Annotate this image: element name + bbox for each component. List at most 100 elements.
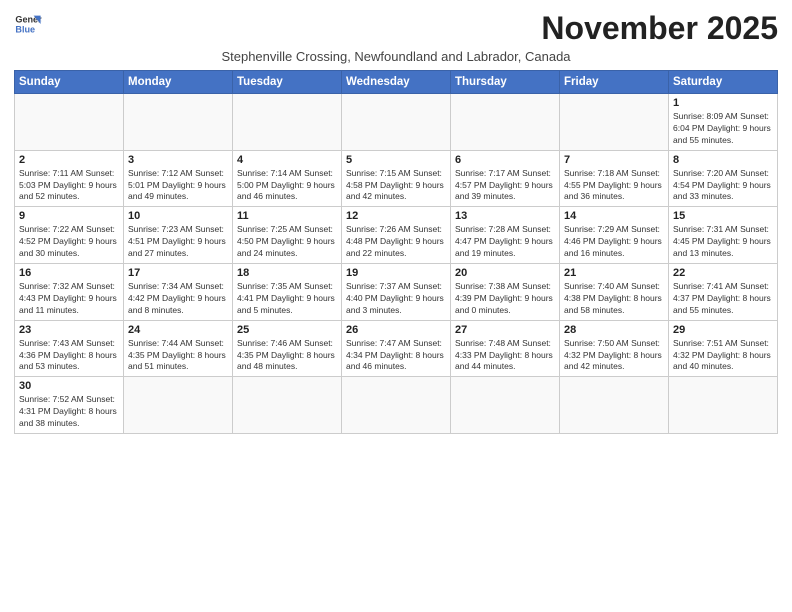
logo: General Blue xyxy=(14,10,42,38)
day-info: Sunrise: 7:31 AM Sunset: 4:45 PM Dayligh… xyxy=(673,224,773,260)
day-info: Sunrise: 7:34 AM Sunset: 4:42 PM Dayligh… xyxy=(128,281,228,317)
day-info: Sunrise: 7:23 AM Sunset: 4:51 PM Dayligh… xyxy=(128,224,228,260)
calendar-cell xyxy=(15,94,124,151)
day-number: 13 xyxy=(455,210,555,222)
day-info: Sunrise: 7:44 AM Sunset: 4:35 PM Dayligh… xyxy=(128,338,228,374)
calendar-cell: 25 Sunrise: 7:46 AM Sunset: 4:35 PM Dayli… xyxy=(233,320,342,377)
day-info: Sunrise: 7:32 AM Sunset: 4:43 PM Dayligh… xyxy=(19,281,119,317)
day-number: 3 xyxy=(128,154,228,166)
day-info: Sunrise: 7:11 AM Sunset: 5:03 PM Dayligh… xyxy=(19,168,119,204)
calendar-cell: 12Sunrise: 7:26 AM Sunset: 4:48 PM Dayli… xyxy=(342,207,451,264)
day-number: 15 xyxy=(673,210,773,222)
day-info: Sunrise: 7:14 AM Sunset: 5:00 PM Dayligh… xyxy=(237,168,337,204)
day-number: 27 xyxy=(455,324,555,336)
day-info: Sunrise: 7:47 AM Sunset: 4:34 PM Dayligh… xyxy=(346,338,446,374)
calendar-cell: 1 Sunrise: 8:09 AM Sunset: 6:04 PM Daylig… xyxy=(669,94,778,151)
day-number: 7 xyxy=(564,154,664,166)
day-info: Sunrise: 7:17 AM Sunset: 4:57 PM Dayligh… xyxy=(455,168,555,204)
calendar-cell: 13Sunrise: 7:28 AM Sunset: 4:47 PM Dayli… xyxy=(451,207,560,264)
calendar-cell: 2Sunrise: 7:11 AM Sunset: 5:03 PM Daylig… xyxy=(15,150,124,207)
calendar-table: SundayMondayTuesdayWednesdayThursdayFrid… xyxy=(14,70,778,434)
header-wednesday: Wednesday xyxy=(342,71,451,94)
calendar-cell: 5Sunrise: 7:15 AM Sunset: 4:58 PM Daylig… xyxy=(342,150,451,207)
day-info: Sunrise: 7:46 AM Sunset: 4:35 PM Dayligh… xyxy=(237,338,337,374)
calendar-cell xyxy=(451,94,560,151)
calendar-cell xyxy=(560,377,669,434)
calendar-cell xyxy=(669,377,778,434)
calendar-cell: 19 Sunrise: 7:37 AM Sunset: 4:40 PM Dayli… xyxy=(342,264,451,321)
day-number: 14 xyxy=(564,210,664,222)
calendar-cell: 11 Sunrise: 7:25 AM Sunset: 4:50 PM Dayli… xyxy=(233,207,342,264)
day-info: Sunrise: 8:09 AM Sunset: 6:04 PM Dayligh… xyxy=(673,111,773,147)
day-info: Sunrise: 7:38 AM Sunset: 4:39 PM Dayligh… xyxy=(455,281,555,317)
calendar-cell xyxy=(342,377,451,434)
day-info: Sunrise: 7:40 AM Sunset: 4:38 PM Dayligh… xyxy=(564,281,664,317)
calendar-cell: 7 Sunrise: 7:18 AM Sunset: 4:55 PM Daylig… xyxy=(560,150,669,207)
calendar-cell: 16Sunrise: 7:32 AM Sunset: 4:43 PM Dayli… xyxy=(15,264,124,321)
week-row-1: 2Sunrise: 7:11 AM Sunset: 5:03 PM Daylig… xyxy=(15,150,778,207)
day-number: 8 xyxy=(673,154,773,166)
calendar-cell: 9 Sunrise: 7:22 AM Sunset: 4:52 PM Daylig… xyxy=(15,207,124,264)
week-row-3: 16Sunrise: 7:32 AM Sunset: 4:43 PM Dayli… xyxy=(15,264,778,321)
calendar-cell xyxy=(451,377,560,434)
calendar-cell: 21 Sunrise: 7:40 AM Sunset: 4:38 PM Dayli… xyxy=(560,264,669,321)
day-info: Sunrise: 7:51 AM Sunset: 4:32 PM Dayligh… xyxy=(673,338,773,374)
day-number: 30 xyxy=(19,380,119,392)
month-title: November 2025 xyxy=(541,10,778,47)
day-info: Sunrise: 7:41 AM Sunset: 4:37 PM Dayligh… xyxy=(673,281,773,317)
day-info: Sunrise: 7:35 AM Sunset: 4:41 PM Dayligh… xyxy=(237,281,337,317)
day-info: Sunrise: 7:12 AM Sunset: 5:01 PM Dayligh… xyxy=(128,168,228,204)
calendar-cell: 17 Sunrise: 7:34 AM Sunset: 4:42 PM Dayli… xyxy=(124,264,233,321)
day-info: Sunrise: 7:22 AM Sunset: 4:52 PM Dayligh… xyxy=(19,224,119,260)
day-number: 22 xyxy=(673,267,773,279)
day-number: 11 xyxy=(237,210,337,222)
header-tuesday: Tuesday xyxy=(233,71,342,94)
day-number: 10 xyxy=(128,210,228,222)
day-info: Sunrise: 7:50 AM Sunset: 4:32 PM Dayligh… xyxy=(564,338,664,374)
title-block: November 2025 xyxy=(541,10,778,47)
calendar-cell: 30 Sunrise: 7:52 AM Sunset: 4:31 PM Dayli… xyxy=(15,377,124,434)
header-saturday: Saturday xyxy=(669,71,778,94)
calendar-cell: 20 Sunrise: 7:38 AM Sunset: 4:39 PM Dayli… xyxy=(451,264,560,321)
day-number: 9 xyxy=(19,210,119,222)
day-number: 26 xyxy=(346,324,446,336)
day-number: 17 xyxy=(128,267,228,279)
day-info: Sunrise: 7:25 AM Sunset: 4:50 PM Dayligh… xyxy=(237,224,337,260)
general-blue-logo-icon: General Blue xyxy=(14,10,42,38)
calendar-cell: 8 Sunrise: 7:20 AM Sunset: 4:54 PM Daylig… xyxy=(669,150,778,207)
day-info: Sunrise: 7:20 AM Sunset: 4:54 PM Dayligh… xyxy=(673,168,773,204)
header: General Blue November 2025 xyxy=(14,10,778,47)
day-info: Sunrise: 7:18 AM Sunset: 4:55 PM Dayligh… xyxy=(564,168,664,204)
day-number: 28 xyxy=(564,324,664,336)
calendar-cell: 18Sunrise: 7:35 AM Sunset: 4:41 PM Dayli… xyxy=(233,264,342,321)
day-number: 20 xyxy=(455,267,555,279)
day-number: 24 xyxy=(128,324,228,336)
location-subtitle: Stephenville Crossing, Newfoundland and … xyxy=(14,49,778,64)
day-info: Sunrise: 7:26 AM Sunset: 4:48 PM Dayligh… xyxy=(346,224,446,260)
day-number: 21 xyxy=(564,267,664,279)
day-number: 25 xyxy=(237,324,337,336)
calendar-cell: 15 Sunrise: 7:31 AM Sunset: 4:45 PM Dayli… xyxy=(669,207,778,264)
calendar-cell: 29 Sunrise: 7:51 AM Sunset: 4:32 PM Dayli… xyxy=(669,320,778,377)
day-number: 29 xyxy=(673,324,773,336)
week-row-4: 23Sunrise: 7:43 AM Sunset: 4:36 PM Dayli… xyxy=(15,320,778,377)
calendar-cell: 22 Sunrise: 7:41 AM Sunset: 4:37 PM Dayli… xyxy=(669,264,778,321)
calendar-cell: 3 Sunrise: 7:12 AM Sunset: 5:01 PM Daylig… xyxy=(124,150,233,207)
day-info: Sunrise: 7:43 AM Sunset: 4:36 PM Dayligh… xyxy=(19,338,119,374)
day-info: Sunrise: 7:15 AM Sunset: 4:58 PM Dayligh… xyxy=(346,168,446,204)
calendar-cell xyxy=(233,377,342,434)
calendar-cell xyxy=(233,94,342,151)
day-number: 19 xyxy=(346,267,446,279)
week-row-5: 30 Sunrise: 7:52 AM Sunset: 4:31 PM Dayli… xyxy=(15,377,778,434)
calendar-page: General Blue November 2025 Stephenville … xyxy=(0,0,792,444)
day-number: 1 xyxy=(673,97,773,109)
header-monday: Monday xyxy=(124,71,233,94)
header-sunday: Sunday xyxy=(15,71,124,94)
svg-text:Blue: Blue xyxy=(15,24,35,34)
day-info: Sunrise: 7:52 AM Sunset: 4:31 PM Dayligh… xyxy=(19,394,119,430)
header-thursday: Thursday xyxy=(451,71,560,94)
day-info: Sunrise: 7:29 AM Sunset: 4:46 PM Dayligh… xyxy=(564,224,664,260)
day-info: Sunrise: 7:37 AM Sunset: 4:40 PM Dayligh… xyxy=(346,281,446,317)
day-number: 4 xyxy=(237,154,337,166)
calendar-cell: 4 Sunrise: 7:14 AM Sunset: 5:00 PM Daylig… xyxy=(233,150,342,207)
